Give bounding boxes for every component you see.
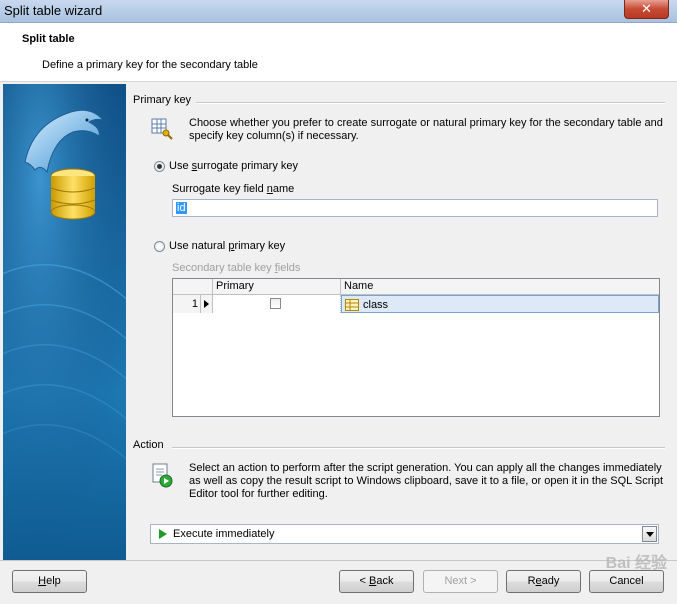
natural-key-radio[interactable] <box>154 240 165 252</box>
surrogate-key-radio-row[interactable]: Use surrogate primary key <box>154 160 298 172</box>
window-title: Split table wizard <box>4 3 103 18</box>
primary-checkbox[interactable] <box>270 298 281 309</box>
grid-header: Primary Name <box>173 279 659 295</box>
surrogate-key-field-value: id <box>176 202 187 214</box>
name-cell-value: class <box>363 299 389 311</box>
close-icon: ✕ <box>641 1 652 16</box>
primary-cell[interactable] <box>213 295 341 313</box>
surrogate-field-label: Surrogate key field name <box>172 183 295 195</box>
grid-header-primary[interactable]: Primary <box>213 279 341 294</box>
table-column-icon <box>345 299 359 311</box>
cancel-button[interactable]: Cancel <box>589 570 664 593</box>
wizard-sidebar <box>3 84 126 560</box>
close-button[interactable]: ✕ <box>624 0 669 19</box>
action-separator <box>172 447 665 449</box>
primary-key-description: Choose whether you prefer to create surr… <box>189 117 663 142</box>
key-grid-icon <box>150 117 174 144</box>
dolphin-database-logo <box>3 84 126 560</box>
help-button[interactable]: Help <box>12 570 87 593</box>
grid-header-indicator <box>173 279 213 294</box>
row-indicator <box>201 295 213 313</box>
action-select[interactable]: Execute immediately <box>150 524 659 544</box>
page-title: Split table <box>22 33 75 45</box>
window-titlebar: Split table wizard ✕ <box>0 0 677 23</box>
watermark: Bai 经验 <box>605 555 667 572</box>
ready-button[interactable]: Ready <box>506 570 581 593</box>
page-subtitle: Define a primary key for the secondary t… <box>42 59 258 71</box>
action-select-value: Execute immediately <box>173 528 275 540</box>
natural-key-radio-row[interactable]: Use natural primary key <box>154 240 285 252</box>
natural-key-label[interactable]: Use natural primary key <box>169 240 285 252</box>
table-row[interactable]: 1 class <box>173 295 659 313</box>
surrogate-key-radio[interactable] <box>154 160 165 172</box>
surrogate-key-label[interactable]: Use surrogate primary key <box>169 160 298 172</box>
next-button[interactable]: Next > <box>423 570 498 593</box>
action-description: Select an action to perform after the sc… <box>189 462 664 500</box>
action-group-label: Action <box>133 439 164 451</box>
secondary-key-fields-grid[interactable]: Primary Name 1 class <box>172 278 660 417</box>
row-index: 1 <box>173 295 201 313</box>
chevron-down-icon[interactable] <box>642 526 657 542</box>
secondary-key-fields-label: Secondary table key fields <box>172 262 301 274</box>
surrogate-key-field-input[interactable]: id <box>172 199 658 217</box>
grid-header-name[interactable]: Name <box>341 279 659 294</box>
primary-key-separator <box>196 102 665 104</box>
current-row-arrow-icon <box>204 300 209 308</box>
play-icon <box>159 529 167 539</box>
primary-key-group-label: Primary key <box>133 94 192 106</box>
execute-script-icon <box>150 462 174 491</box>
wizard-header: Split table Define a primary key for the… <box>0 23 677 82</box>
back-button[interactable]: < Back <box>339 570 414 593</box>
name-cell[interactable]: class <box>341 295 659 313</box>
